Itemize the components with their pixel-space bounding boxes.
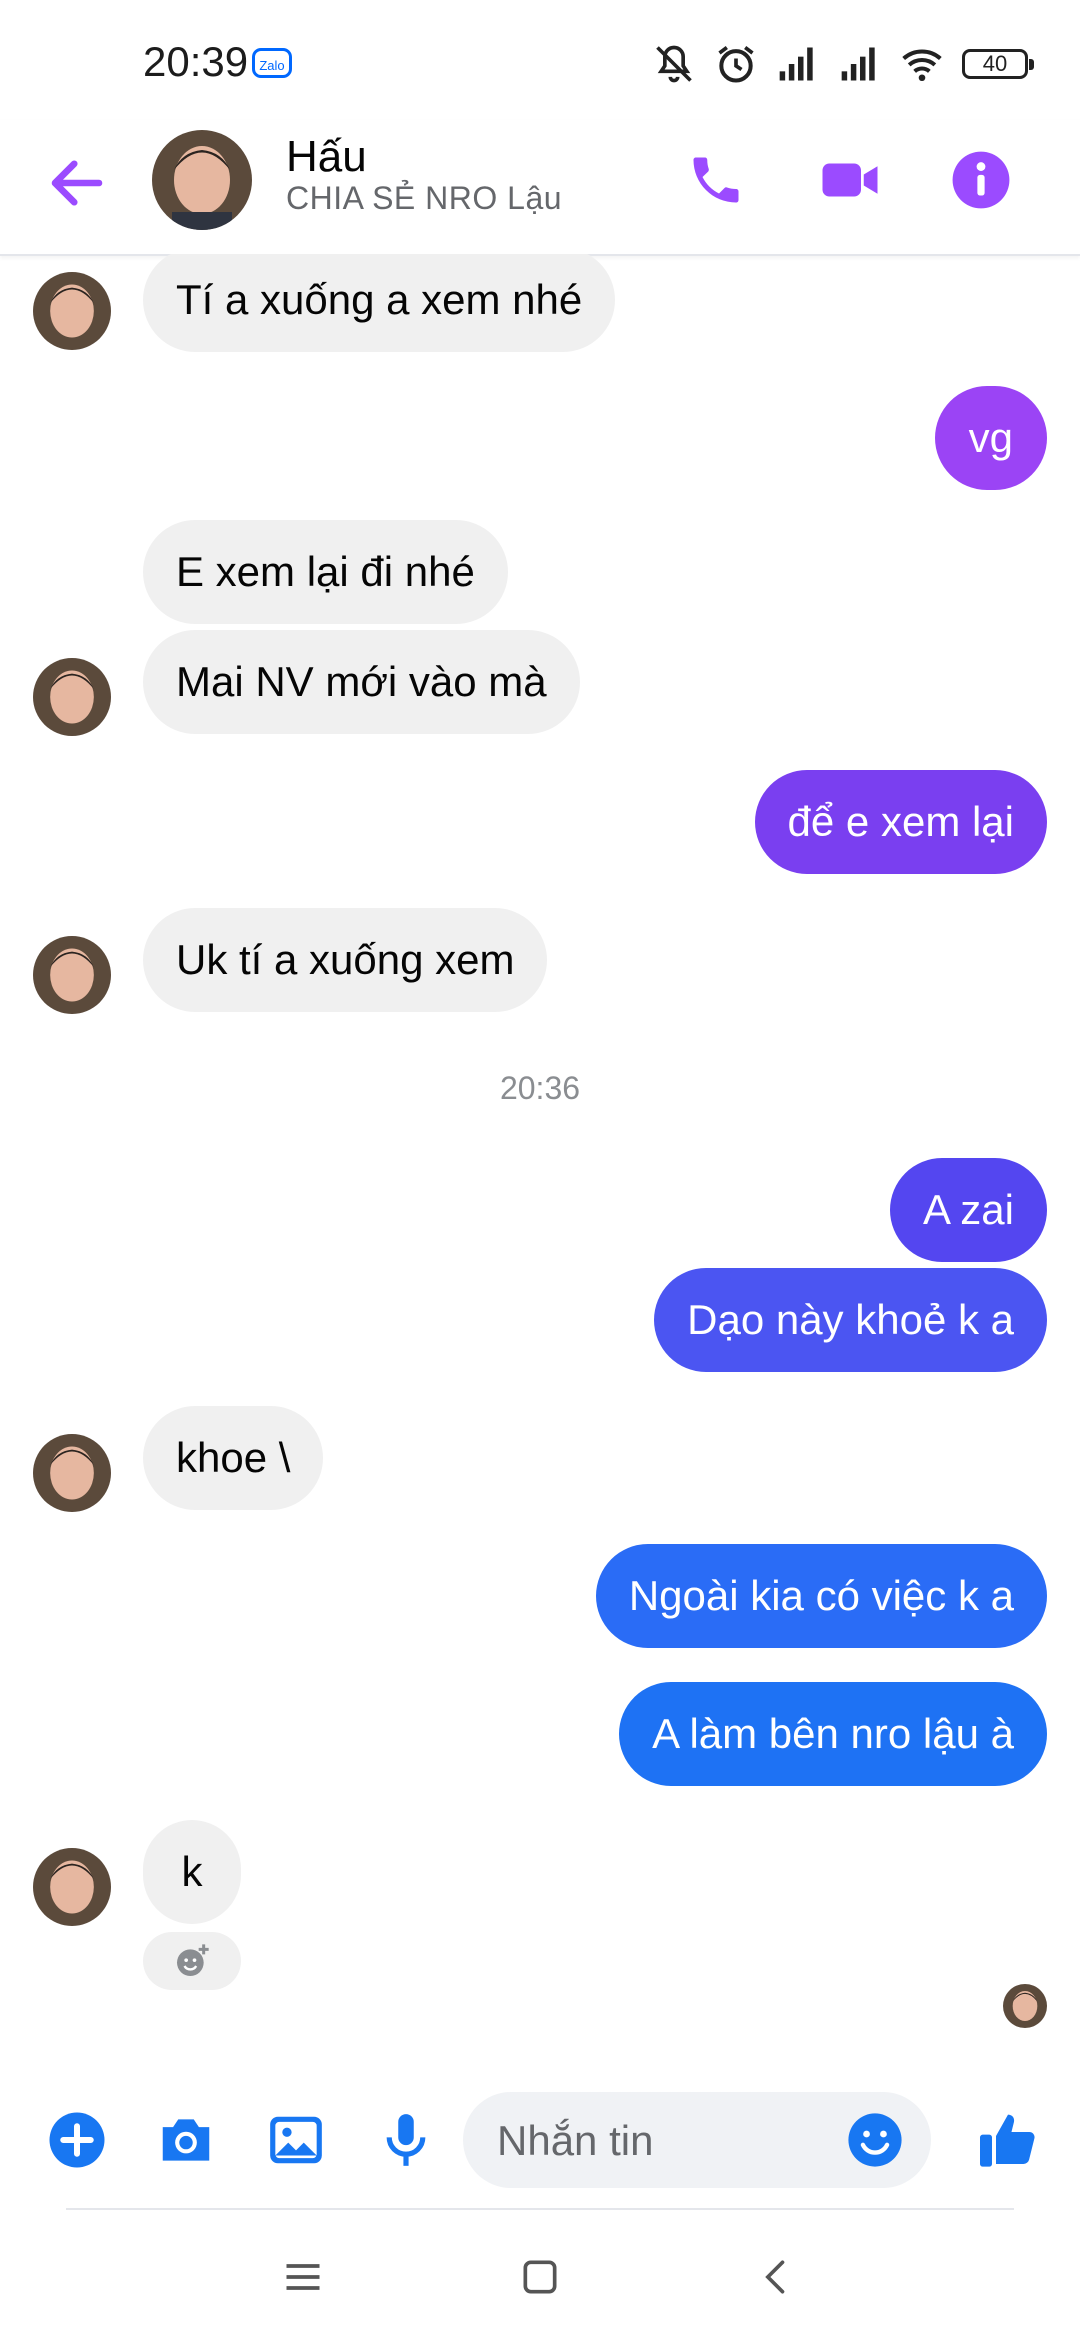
image-icon (270, 2116, 322, 2164)
signal-icon-2 (841, 47, 875, 81)
camera-button[interactable] (148, 2102, 224, 2178)
message-composer (0, 2080, 1080, 2200)
gallery-button[interactable] (258, 2102, 334, 2178)
video-camera-icon (822, 163, 878, 197)
chevron-left-icon (765, 2260, 785, 2294)
message-input[interactable] (495, 2092, 829, 2190)
message-bubble-incoming[interactable]: E xem lại đi nhé (143, 520, 508, 624)
camera-icon (162, 2119, 210, 2161)
sender-avatar[interactable] (33, 1848, 111, 1926)
recent-apps-button[interactable] (268, 2242, 338, 2312)
voice-call-button[interactable] (678, 142, 754, 218)
sender-avatar[interactable] (33, 936, 111, 1014)
microphone-icon (386, 2114, 426, 2166)
voice-message-button[interactable] (368, 2102, 444, 2178)
like-button[interactable] (970, 2102, 1046, 2178)
message-bubble-outgoing[interactable]: A làm bên nro lậu à (619, 1682, 1047, 1786)
alarm-icon (718, 46, 754, 83)
message-input-wrapper[interactable] (463, 2092, 931, 2190)
contact-avatar[interactable] (152, 130, 252, 230)
message-bubble-outgoing[interactable]: để e xem lại (754, 770, 1047, 874)
system-navigation-bar (0, 2212, 1080, 2340)
plus-circle-icon (49, 2112, 105, 2168)
signal-icon-1 (779, 47, 813, 81)
message-bubble-outgoing[interactable]: Ngoài kia có việc k a (595, 1544, 1047, 1648)
emoji-button[interactable] (841, 2106, 909, 2174)
chat-header: Hấu CHIA SẺ NRO Lậu (0, 120, 1080, 256)
add-reaction-button[interactable] (143, 1932, 241, 1990)
message-list[interactable]: Tí a xuống a xem nhé vg E xem lại đi nhé… (0, 254, 1080, 2064)
sender-avatar[interactable] (33, 658, 111, 736)
message-bubble-incoming[interactable]: k (143, 1820, 241, 1924)
menu-lines-icon (286, 2264, 320, 2290)
message-bubble-outgoing[interactable]: Dạo này khoẻ k a (654, 1268, 1047, 1372)
message-bubble-incoming[interactable]: Mai NV mới vào mà (143, 630, 580, 734)
contact-name: Hấu (286, 132, 367, 181)
home-square-icon (523, 2260, 557, 2294)
composer-divider (66, 2208, 1014, 2210)
phone-icon (693, 157, 739, 203)
wifi-icon (902, 49, 942, 82)
home-button[interactable] (505, 2242, 575, 2312)
info-icon (952, 151, 1010, 209)
more-actions-button[interactable] (39, 2102, 115, 2178)
status-icons: 40 (652, 40, 1034, 88)
back-arrow-icon[interactable] (44, 150, 110, 216)
battery-icon: 40 (962, 49, 1034, 79)
status-bar: 20:39 Zalo 40 (0, 0, 1080, 120)
message-bubble-incoming[interactable]: Uk tí a xuống xem (143, 908, 548, 1012)
message-bubble-outgoing[interactable]: A zai (889, 1158, 1047, 1262)
system-back-button[interactable] (742, 2242, 812, 2312)
mute-vibrate-icon (656, 45, 692, 83)
smiley-icon (848, 2113, 902, 2167)
zalo-notification-icon: Zalo (252, 48, 292, 78)
seen-receipt-avatar (1003, 1984, 1047, 2028)
message-bubble-incoming[interactable]: Tí a xuống a xem nhé (143, 254, 616, 352)
video-call-button[interactable] (812, 142, 888, 218)
message-timestamp: 20:36 (499, 1070, 581, 1106)
status-time: 20:39 (143, 38, 249, 85)
sender-avatar[interactable] (33, 272, 111, 350)
message-bubble-outgoing[interactable]: vg (934, 386, 1047, 490)
contact-subtitle: CHIA SẺ NRO Lậu (286, 180, 563, 216)
add-reaction-icon (177, 1944, 209, 1976)
sender-avatar[interactable] (33, 1434, 111, 1512)
thumbs-up-icon (980, 2114, 1035, 2167)
message-bubble-incoming[interactable]: khoe \ (143, 1406, 324, 1510)
info-button[interactable] (943, 142, 1019, 218)
